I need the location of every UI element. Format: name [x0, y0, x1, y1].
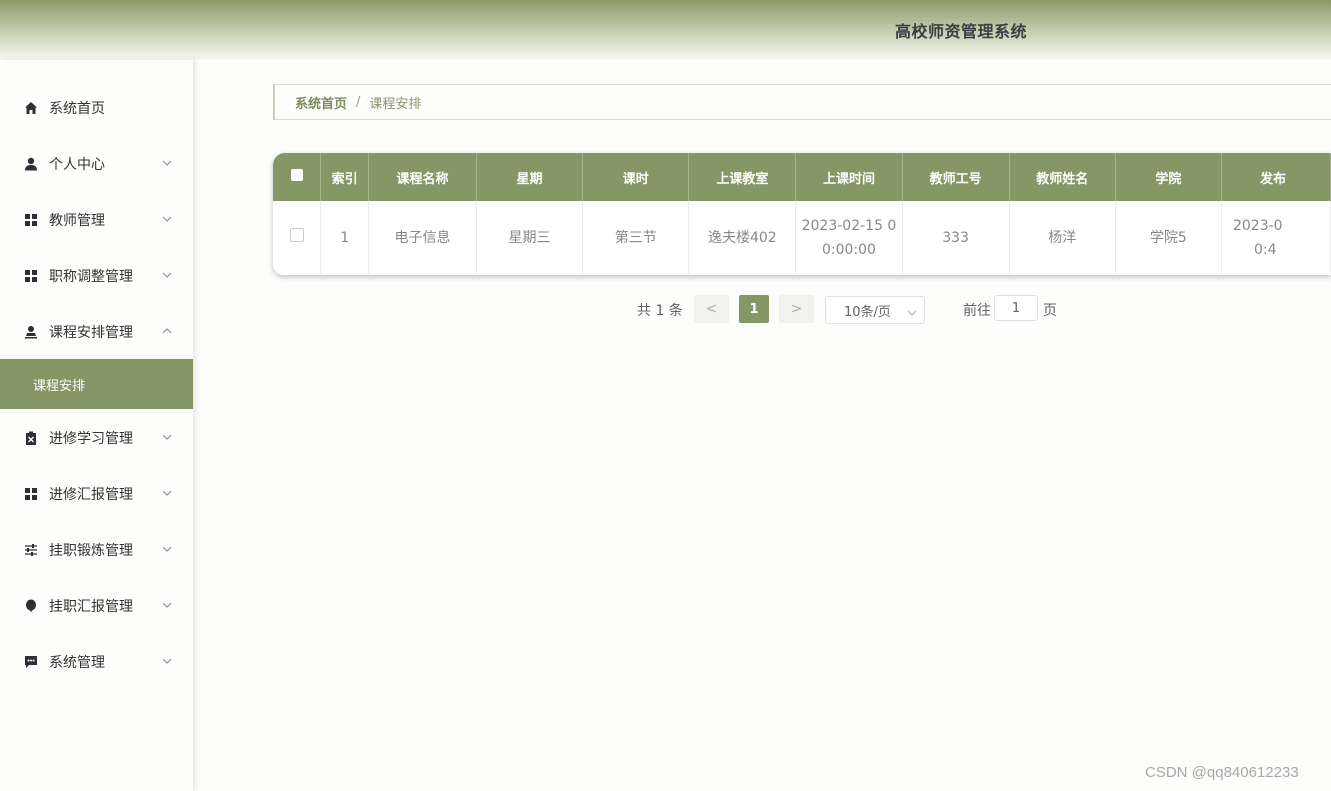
- grid-icon: [24, 487, 38, 501]
- column-header: 课程名称: [368, 153, 477, 201]
- page-suffix-label: 页: [1043, 303, 1057, 319]
- table-cell: 星期三: [476, 201, 584, 274]
- app-title: 高校师资管理系统: [895, 22, 1028, 41]
- column-header: 索引: [320, 153, 369, 201]
- column-header: 上课时间: [795, 153, 903, 201]
- table-cell: 333: [902, 201, 1010, 274]
- watermark: CSDN @qq840612233: [1145, 764, 1299, 781]
- sidebar-item-teacher[interactable]: 教师管理: [0, 200, 193, 240]
- sidebar-item-course[interactable]: 课程安排管理: [0, 312, 193, 352]
- column-header: 教师姓名: [1009, 153, 1116, 201]
- chevron-right-icon: >: [790, 301, 803, 317]
- sidebar-item-study[interactable]: 进修学习管理: [0, 418, 193, 458]
- breadcrumb-home-link[interactable]: 系统首页: [295, 93, 347, 112]
- sidebar-item-study-report[interactable]: 进修汇报管理: [0, 474, 193, 514]
- table-cell: 2023-02-15 00:00:00: [795, 201, 903, 274]
- top-header: 高校师资管理系统: [0, 0, 1331, 60]
- column-header: 教师工号: [902, 153, 1010, 201]
- sliders-icon: [24, 543, 38, 557]
- sidebar-item-label: 课程安排管理: [49, 325, 133, 341]
- chevron-down-icon: [161, 655, 173, 667]
- table-cell-line: 0:4: [1253, 241, 1277, 258]
- sidebar-item-label: 职称调整管理: [49, 269, 133, 285]
- sidebar: 系统首页 个人中心 教师管理 职称调整管理 课程安排管理 课程安排 进修学习管理…: [0, 60, 194, 791]
- sidebar-subitem-label: 课程安排: [33, 378, 86, 394]
- prev-page-button[interactable]: <: [694, 295, 729, 323]
- chevron-down-icon: [161, 157, 173, 169]
- chevron-up-icon: [161, 325, 173, 337]
- chevron-down-icon: [161, 269, 173, 281]
- page-size-select[interactable]: 10条/页: [825, 296, 925, 324]
- chevron-down-icon: [161, 599, 173, 611]
- breadcrumb-current: 课程安排: [369, 96, 422, 112]
- select-all-checkbox[interactable]: [273, 153, 322, 201]
- breadcrumb-separator: /: [356, 94, 361, 110]
- chevron-down-icon: [161, 431, 173, 443]
- column-header: 发布: [1221, 153, 1331, 201]
- column-header: 星期: [476, 153, 584, 201]
- course-table: 索引 课程名称 星期 课时 上课教室 上课时间 教师工号 教师姓名 学院 发布 …: [273, 153, 1331, 275]
- table-cell: 1: [320, 201, 369, 274]
- grid-icon: [24, 269, 38, 283]
- chevron-down-icon: [161, 487, 173, 499]
- chevron-down-icon: [161, 213, 173, 225]
- sidebar-item-profile[interactable]: 个人中心: [0, 144, 193, 184]
- user-icon: [24, 157, 38, 171]
- table-cell: 第三节: [582, 201, 690, 274]
- column-header: 课时: [582, 153, 690, 201]
- sidebar-item-label: 挂职汇报管理: [49, 599, 133, 615]
- breadcrumb: 系统首页 / 课程安排: [273, 84, 1331, 120]
- balloon-icon: [24, 599, 38, 613]
- sidebar-item-label: 教师管理: [49, 213, 105, 229]
- sidebar-item-label: 系统管理: [49, 655, 105, 671]
- goto-label: 前往: [963, 303, 991, 319]
- clipboard-x-icon: [24, 431, 38, 445]
- row-checkbox[interactable]: [273, 201, 322, 274]
- grid-icon: [24, 213, 38, 227]
- sidebar-item-training-report[interactable]: 挂职汇报管理: [0, 586, 193, 626]
- home-icon: [24, 101, 38, 115]
- sidebar-item-label: 挂职锻炼管理: [49, 543, 133, 559]
- page-number-button[interactable]: 1: [739, 295, 769, 323]
- sidebar-item-system[interactable]: 系统管理: [0, 642, 193, 682]
- sidebar-item-label: 进修学习管理: [49, 431, 133, 447]
- table-header-row: 索引 课程名称 星期 课时 上课教室 上课时间 教师工号 教师姓名 学院 发布: [273, 153, 1331, 201]
- sidebar-item-label: 系统首页: [49, 101, 105, 117]
- sidebar-item-home[interactable]: 系统首页: [0, 88, 193, 128]
- table-cell: 杨洋: [1009, 201, 1116, 274]
- sidebar-item-title-adjust[interactable]: 职称调整管理: [0, 256, 193, 296]
- chevron-down-icon: [907, 305, 917, 320]
- sidebar-item-training[interactable]: 挂职锻炼管理: [0, 530, 193, 570]
- table-cell: 电子信息: [368, 201, 477, 274]
- table-row[interactable]: 1 电子信息 星期三 第三节 逸夫楼402 2023-02-15 00:00:0…: [273, 201, 1331, 274]
- chevron-down-icon: [161, 543, 173, 555]
- sidebar-item-label: 进修汇报管理: [49, 487, 133, 503]
- column-header: 学院: [1115, 153, 1222, 201]
- chevron-left-icon: <: [705, 301, 718, 317]
- goto-page-input[interactable]: [994, 295, 1038, 321]
- person-stamp-icon: [24, 325, 38, 339]
- sidebar-item-label: 个人中心: [49, 157, 105, 173]
- sidebar-subitem-course-schedule[interactable]: 课程安排: [0, 359, 193, 409]
- column-header: 上课教室: [688, 153, 797, 201]
- chat-icon: [24, 655, 38, 669]
- table-cell: 逸夫楼402: [688, 201, 797, 274]
- table-cell: 2023-0 0:4: [1221, 201, 1331, 274]
- table-cell-line: 2023-0: [1232, 217, 1283, 234]
- page-size-value: 10条/页: [844, 304, 891, 320]
- pagination-total: 共 1 条: [637, 303, 683, 319]
- next-page-button[interactable]: >: [779, 295, 814, 323]
- table-cell: 学院5: [1115, 201, 1222, 274]
